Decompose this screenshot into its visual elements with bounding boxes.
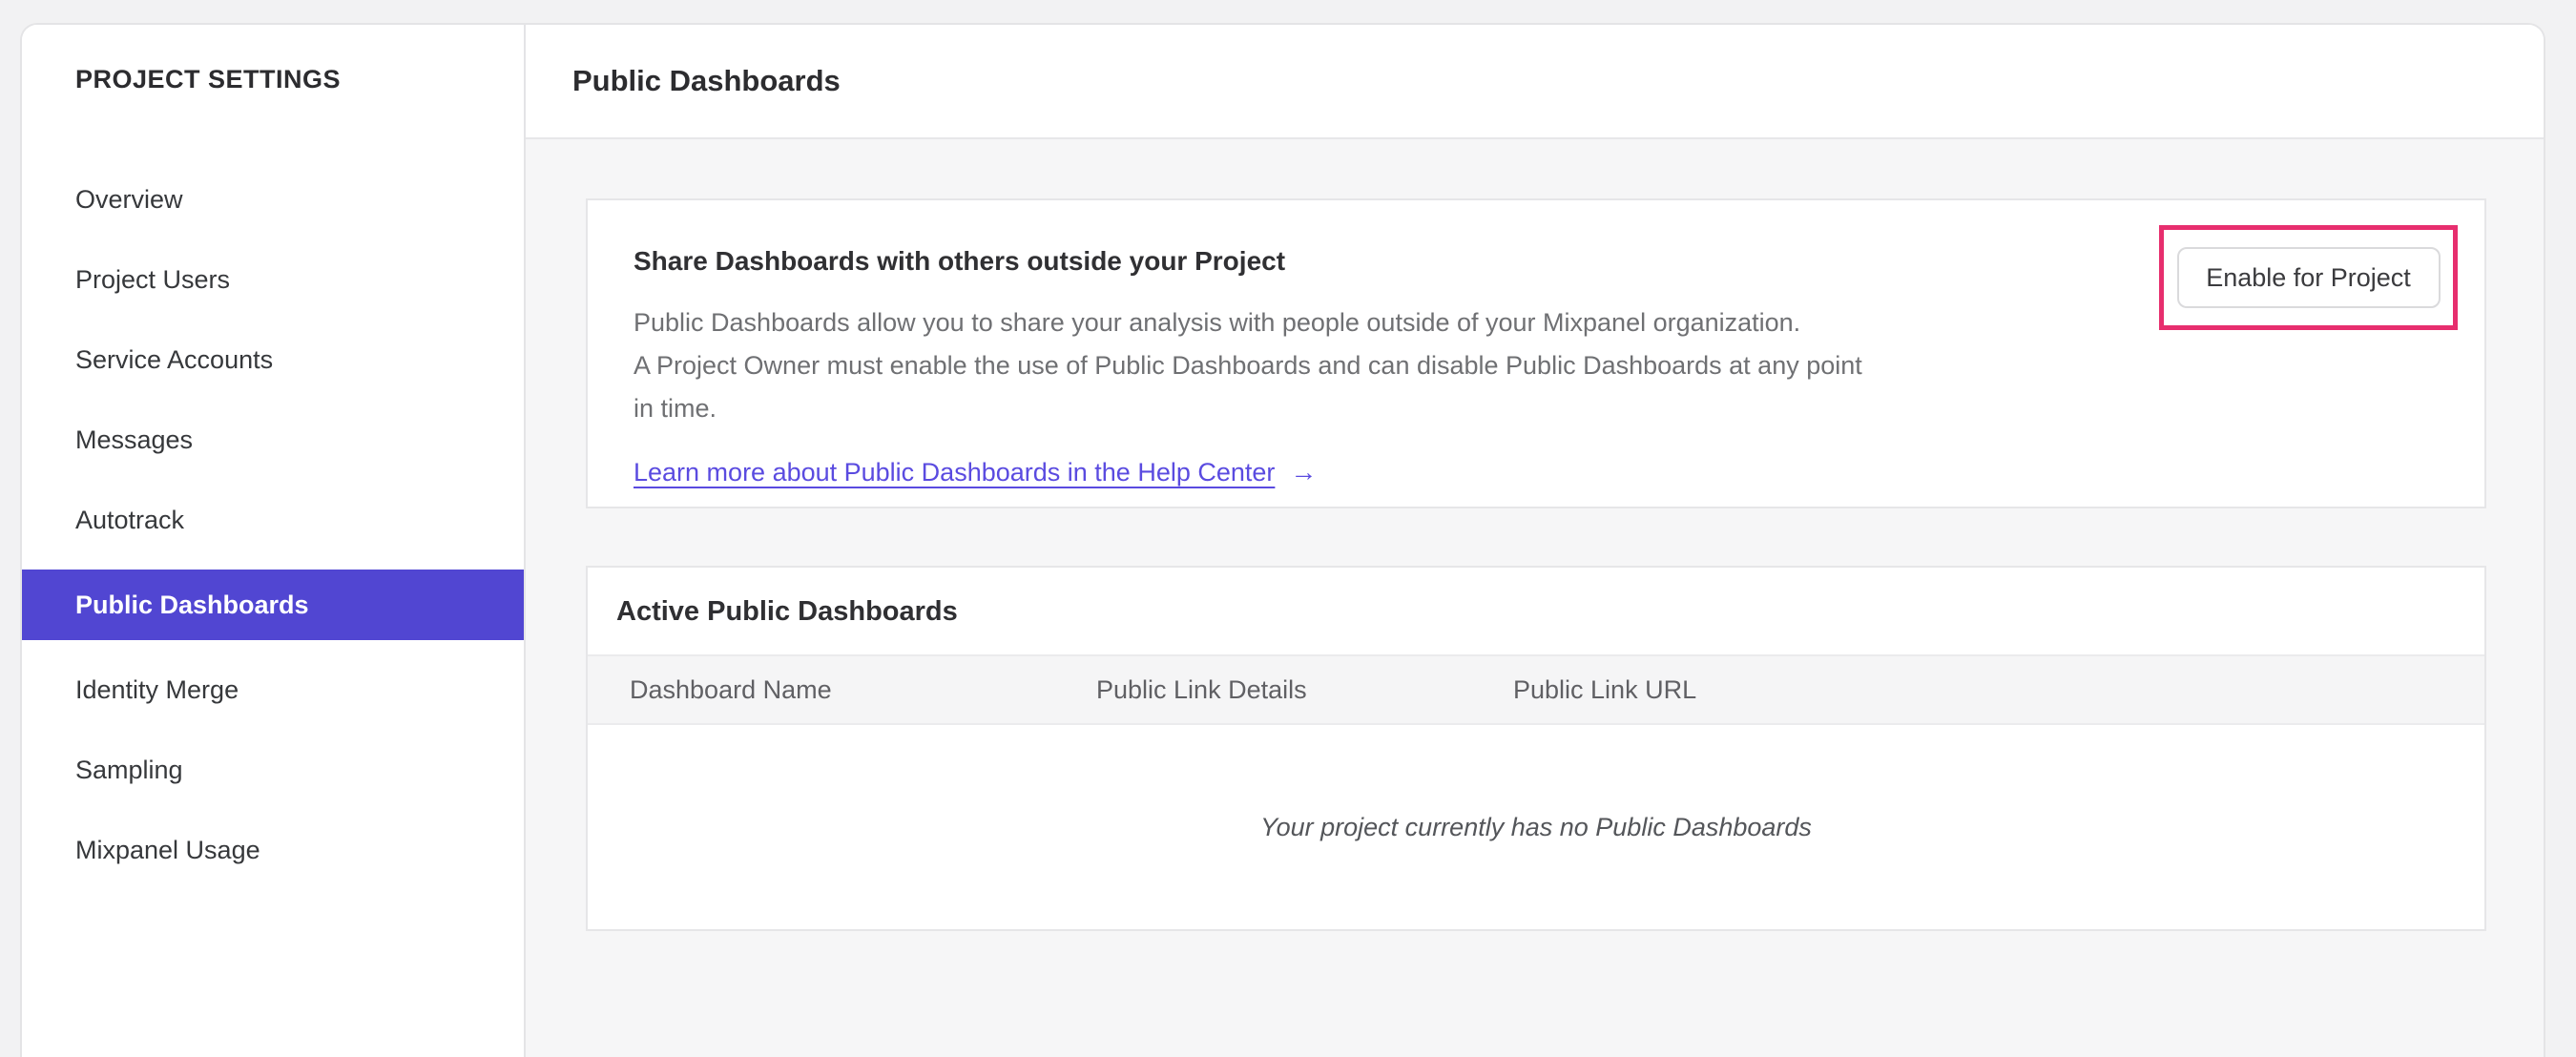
enable-for-project-button[interactable]: Enable for Project <box>2176 247 2441 308</box>
share-card-text: Share Dashboards with others outside you… <box>588 200 2122 487</box>
arrow-right-icon: → <box>1290 457 1318 487</box>
help-center-link-row: Learn more about Public Dashboards in th… <box>634 457 2122 487</box>
sidebar-nav: Overview Project Users Service Accounts … <box>22 159 524 890</box>
sidebar-item-identity-merge[interactable]: Identity Merge <box>22 650 524 730</box>
page: PROJECT SETTINGS Overview Project Users … <box>0 0 2576 1057</box>
sidebar-title: PROJECT SETTINGS <box>75 65 342 93</box>
column-public-link-url: Public Link URL <box>1513 674 1697 704</box>
help-center-link[interactable]: Learn more about Public Dashboards in th… <box>634 458 1275 487</box>
active-card-title: Active Public Dashboards <box>616 596 958 627</box>
sidebar-item-project-users[interactable]: Project Users <box>22 239 524 320</box>
enable-button-highlight-annotation: Enable for Project <box>2159 225 2458 330</box>
sidebar-item-service-accounts[interactable]: Service Accounts <box>22 320 524 400</box>
main-area: Public Dashboards Share Dashboards with … <box>526 25 2544 1057</box>
dashboards-empty-state: Your project currently has no Public Das… <box>588 725 2484 929</box>
sidebar-item-messages[interactable]: Messages <box>22 400 524 480</box>
sidebar-item-autotrack[interactable]: Autotrack <box>22 480 524 560</box>
active-dashboards-card: Active Public Dashboards Dashboard Name … <box>586 566 2486 931</box>
sidebar-item-public-dashboards[interactable]: Public Dashboards <box>22 570 524 640</box>
sidebar-item-mixpanel-usage[interactable]: Mixpanel Usage <box>22 810 524 890</box>
share-description-line-2: A Project Owner must enable the use of P… <box>634 351 1862 380</box>
dashboards-table-header: Dashboard Name Public Link Details Publi… <box>588 654 2484 725</box>
sidebar-item-sampling[interactable]: Sampling <box>22 730 524 810</box>
settings-panel: PROJECT SETTINGS Overview Project Users … <box>20 23 2545 1057</box>
share-card-title: Share Dashboards with others outside you… <box>634 246 1286 276</box>
main-content: Share Dashboards with others outside you… <box>526 139 2544 931</box>
empty-state-message: Your project currently has no Public Das… <box>1260 812 1812 841</box>
share-description-line-3: in time. <box>634 394 717 423</box>
column-public-link-details: Public Link Details <box>1096 674 1307 704</box>
share-dashboards-card: Share Dashboards with others outside you… <box>586 198 2486 508</box>
share-description-line-1: Public Dashboards allow you to share you… <box>634 308 1801 337</box>
page-title: Public Dashboards <box>572 64 841 97</box>
share-card-description: Public Dashboards allow you to share you… <box>634 301 2122 430</box>
main-header: Public Dashboards <box>526 25 2544 139</box>
project-settings-sidebar: PROJECT SETTINGS Overview Project Users … <box>22 25 526 1057</box>
column-dashboard-name: Dashboard Name <box>630 674 832 704</box>
sidebar-item-overview[interactable]: Overview <box>22 159 524 239</box>
